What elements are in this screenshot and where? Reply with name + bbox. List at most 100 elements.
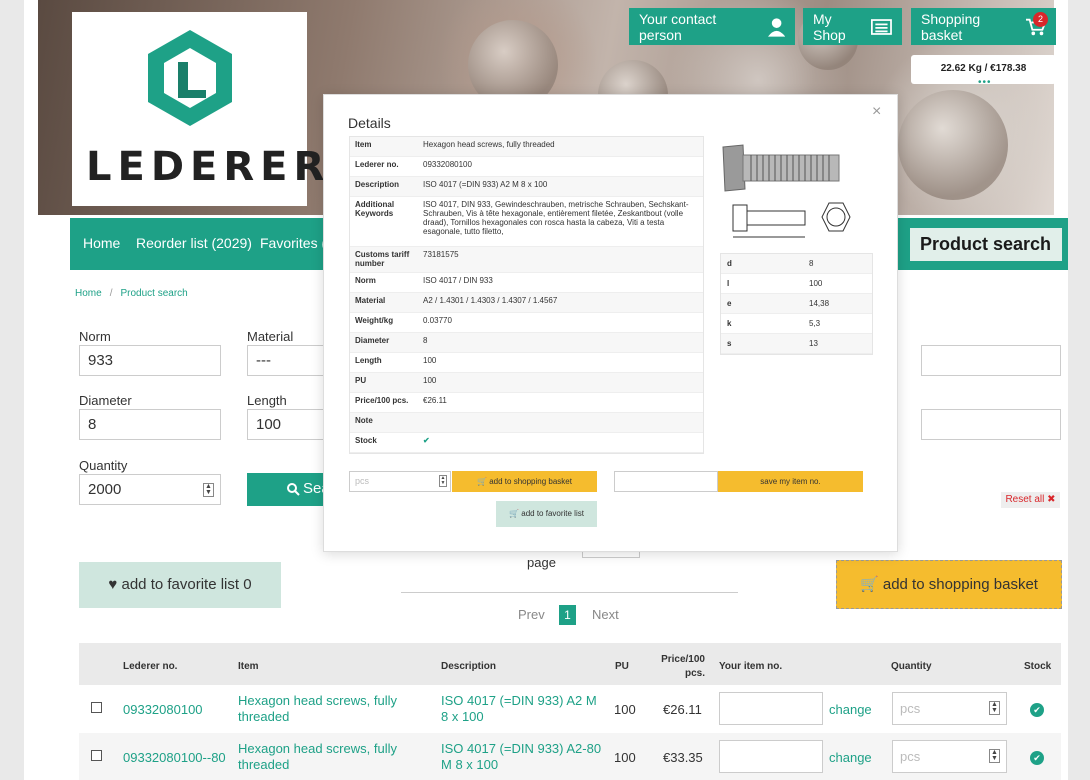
nav-item-reorder[interactable]: Reorder list (2029): [136, 235, 252, 251]
col-pu[interactable]: PU: [615, 661, 629, 672]
change-link[interactable]: change: [829, 702, 872, 717]
cart-icon: 🛒: [860, 576, 879, 593]
detail-key: Additional Keywords: [355, 200, 395, 218]
row-checkbox[interactable]: [91, 750, 102, 761]
detail-value: ISO 4017 / DIN 933: [423, 276, 493, 285]
detail-row: Material A2 / 1.4301 / 1.4303 / 1.4307 / …: [350, 293, 703, 313]
row-lederer-no[interactable]: 09332080100--80: [123, 750, 226, 765]
pager-prev[interactable]: Prev: [518, 607, 545, 622]
quantity-stepper[interactable]: 2000 ▲ ▼: [79, 474, 221, 505]
nav-item-product-search[interactable]: Product search: [910, 228, 1062, 261]
diameter-label: Diameter: [79, 393, 132, 408]
detail-key: Description: [355, 180, 400, 189]
detail-value: ISO 4017 (=DIN 933) A2 M 8 x 100: [423, 180, 548, 189]
search-icon: [287, 483, 300, 496]
your-item-no-input[interactable]: [719, 740, 823, 773]
screw-drawing: [722, 144, 851, 238]
detail-row: Stock ✔: [350, 433, 703, 453]
detail-value: €26.11: [423, 396, 447, 405]
row-lederer-no[interactable]: 09332080100: [123, 702, 203, 717]
add-to-favorite-label: add to favorite list 0: [121, 576, 252, 593]
add-to-basket-label: add to shopping basket: [882, 576, 1038, 593]
add-to-basket-button[interactable]: 🛒 add to shopping basket: [836, 560, 1062, 609]
modal-quantity-input[interactable]: pcs ▲ ▼: [349, 471, 451, 492]
save-item-no-button[interactable]: save my item no.: [718, 471, 863, 492]
details-table: Item Hexagon head screws, fully threaded …: [349, 136, 704, 454]
col-price[interactable]: Price/100 pcs.: [657, 653, 705, 681]
close-icon[interactable]: ×: [872, 103, 881, 121]
breadcrumb-current[interactable]: Product search: [120, 288, 187, 299]
col-your-item-no[interactable]: Your item no.: [719, 661, 782, 672]
row-item[interactable]: Hexagon head screws, fully threaded: [238, 693, 408, 725]
measure-value: 8: [809, 259, 814, 268]
pager-current[interactable]: 1: [559, 605, 576, 625]
stepper-arrows-icon[interactable]: ▲ ▼: [989, 749, 1000, 763]
detail-key: Price/100 pcs.: [355, 396, 409, 405]
norm-label: Norm: [79, 329, 111, 344]
quantity-input[interactable]: pcs ▲ ▼: [892, 692, 1007, 725]
detail-key: Length: [355, 356, 382, 365]
user-icon: [767, 17, 785, 37]
detail-key: Item: [355, 140, 372, 149]
pager-next[interactable]: Next: [592, 607, 619, 622]
detail-key: Weight/kg: [355, 316, 394, 325]
col-stock[interactable]: Stock: [1024, 661, 1051, 672]
cart-icon: 🛒: [477, 477, 487, 486]
modal-add-to-basket-button[interactable]: 🛒 add to shopping basket: [452, 471, 597, 492]
modal-add-to-favorite-label: add to favorite list: [521, 509, 584, 518]
detail-row: Customs tariff number 73181575: [350, 247, 703, 273]
nav-item-home[interactable]: Home: [83, 235, 120, 251]
measure-row: l 100: [721, 274, 872, 294]
row-description[interactable]: ISO 4017 (=DIN 933) A2 M 8 x 100: [441, 693, 606, 725]
extra-field-2[interactable]: [921, 409, 1061, 440]
detail-key: Note: [355, 416, 373, 425]
modal-quantity-placeholder: pcs: [355, 476, 370, 486]
col-quantity[interactable]: Quantity: [891, 661, 932, 672]
measure-key: s: [727, 339, 732, 348]
norm-input[interactable]: 933: [79, 345, 221, 376]
row-checkbox[interactable]: [91, 702, 102, 713]
modal-item-no-input[interactable]: [614, 471, 718, 492]
col-item[interactable]: Item: [238, 661, 259, 672]
col-lederer-no[interactable]: Lederer no.: [123, 661, 177, 672]
stepper-arrows-icon[interactable]: ▲ ▼: [203, 483, 214, 497]
detail-value: 100: [423, 356, 437, 365]
row-description[interactable]: ISO 4017 (=DIN 933) A2-80 M 8 x 100: [441, 741, 606, 773]
my-shop-button[interactable]: My Shop: [803, 8, 902, 45]
add-to-favorite-button[interactable]: ♥ add to favorite list 0: [79, 562, 281, 608]
basket-count-badge: 2: [1033, 12, 1048, 27]
breadcrumb-home[interactable]: Home: [75, 288, 102, 299]
diameter-input[interactable]: 8: [79, 409, 221, 440]
brand-logo[interactable]: LEDERER: [72, 12, 324, 206]
detail-value: 73181575: [423, 250, 459, 259]
quantity-input[interactable]: pcs ▲ ▼: [892, 740, 1007, 773]
detail-value: [418, 413, 703, 432]
measure-value: 14,38: [809, 299, 830, 308]
measure-value: 100: [809, 279, 823, 288]
modal-add-to-favorite-button[interactable]: 🛒 add to favorite list: [496, 501, 597, 527]
detail-value: 100: [423, 376, 437, 385]
change-link[interactable]: change: [829, 750, 872, 765]
contact-person-label: Your contact person: [639, 10, 717, 43]
more-dots-icon[interactable]: •••: [978, 77, 992, 88]
detail-row: Norm ISO 4017 / DIN 933: [350, 273, 703, 293]
col-description[interactable]: Description: [441, 661, 496, 672]
stepper-arrows-icon[interactable]: ▲ ▼: [989, 701, 1000, 715]
cart-icon: 🛒: [509, 509, 520, 518]
shopping-basket-button[interactable]: Shopping basket 2: [911, 8, 1056, 45]
pager-divider: [401, 592, 738, 593]
stepper-arrows-icon[interactable]: ▲ ▼: [439, 475, 447, 487]
measure-key: e: [727, 299, 732, 308]
extra-field-1[interactable]: [921, 345, 1061, 376]
detail-row: Item Hexagon head screws, fully threaded: [350, 137, 703, 157]
contact-person-button[interactable]: Your contact person: [629, 8, 795, 45]
row-item[interactable]: Hexagon head screws, fully threaded: [238, 741, 408, 773]
reset-all-button[interactable]: Reset all ✖: [1001, 492, 1060, 508]
measure-row: k 5,3: [721, 314, 872, 334]
in-stock-icon: ✔: [1030, 751, 1044, 765]
measurements-table: d8 l 100 e 14,38 k 5,3 s 13: [720, 253, 873, 355]
breadcrumb: Home / Product search: [75, 288, 188, 299]
your-item-no-input[interactable]: [719, 692, 823, 725]
modal-add-to-basket-label: add to shopping basket: [489, 477, 572, 486]
detail-key: Material: [355, 296, 386, 305]
